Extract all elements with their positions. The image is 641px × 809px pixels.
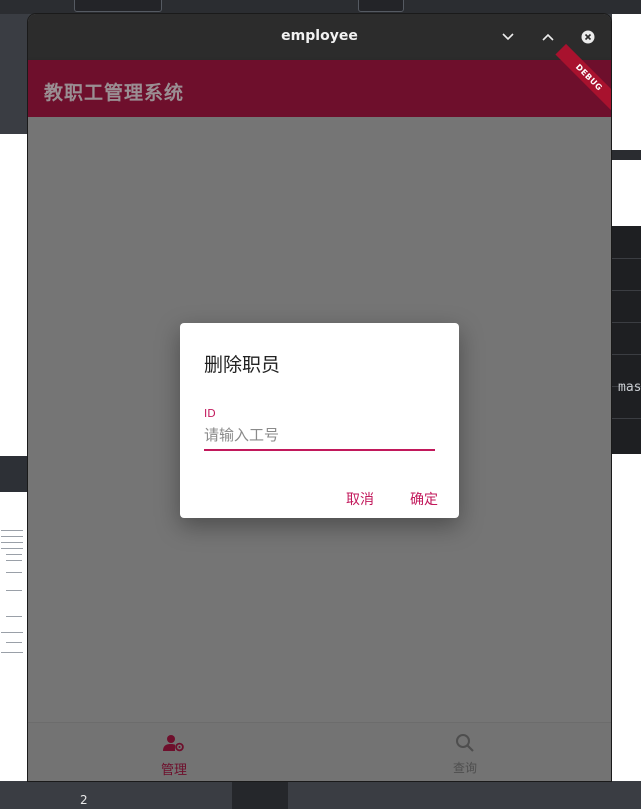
app-window: employee 教职工管理系统 DEBUG 管理 查询 删除职员 ID 请输入…	[28, 14, 611, 781]
chevron-up-icon	[542, 33, 554, 41]
id-input[interactable]	[204, 421, 435, 451]
delete-employee-dialog: 删除职员 ID 取消 确定	[180, 323, 459, 518]
background-page-number: 2	[80, 793, 88, 807]
confirm-button[interactable]: 确定	[410, 489, 438, 509]
background-document-outline	[0, 492, 28, 792]
background-terminal-text: mas	[618, 380, 641, 395]
background-topbar	[0, 0, 641, 14]
app-title: 教职工管理系统	[44, 82, 185, 104]
background-strip	[612, 150, 641, 160]
nav-item-query-label: 查询	[452, 761, 477, 775]
cancel-button[interactable]: 取消	[346, 489, 374, 509]
background-block	[232, 781, 288, 809]
minimize-button[interactable]	[497, 26, 519, 48]
nav-item-manage-label: 管理	[160, 763, 187, 778]
chevron-down-icon	[502, 33, 514, 41]
search-icon	[456, 734, 474, 752]
nav-item-manage[interactable]: 管理	[134, 733, 214, 778]
background-left-panel	[0, 14, 28, 809]
maximize-button[interactable]	[537, 26, 559, 48]
manage-users-icon	[163, 735, 184, 752]
window-title: employee	[281, 28, 358, 44]
background-bar	[0, 456, 28, 492]
background-terminal: mas	[612, 226, 641, 454]
background-field	[74, 0, 162, 12]
app-bar: 教职工管理系统 DEBUG	[28, 43, 611, 117]
background-document	[0, 134, 28, 456]
close-button[interactable]	[577, 26, 599, 48]
background-field	[358, 0, 404, 12]
close-icon	[581, 30, 595, 44]
bottom-navigation: 管理 查询	[28, 722, 611, 781]
nav-item-query[interactable]: 查询	[425, 733, 505, 776]
id-field-label: ID	[204, 407, 216, 420]
window-titlebar[interactable]: employee	[28, 14, 611, 60]
background-right-panel: mas	[612, 14, 641, 809]
dialog-title: 删除职员	[204, 354, 281, 376]
background-bottom-bar: 2	[0, 781, 641, 809]
